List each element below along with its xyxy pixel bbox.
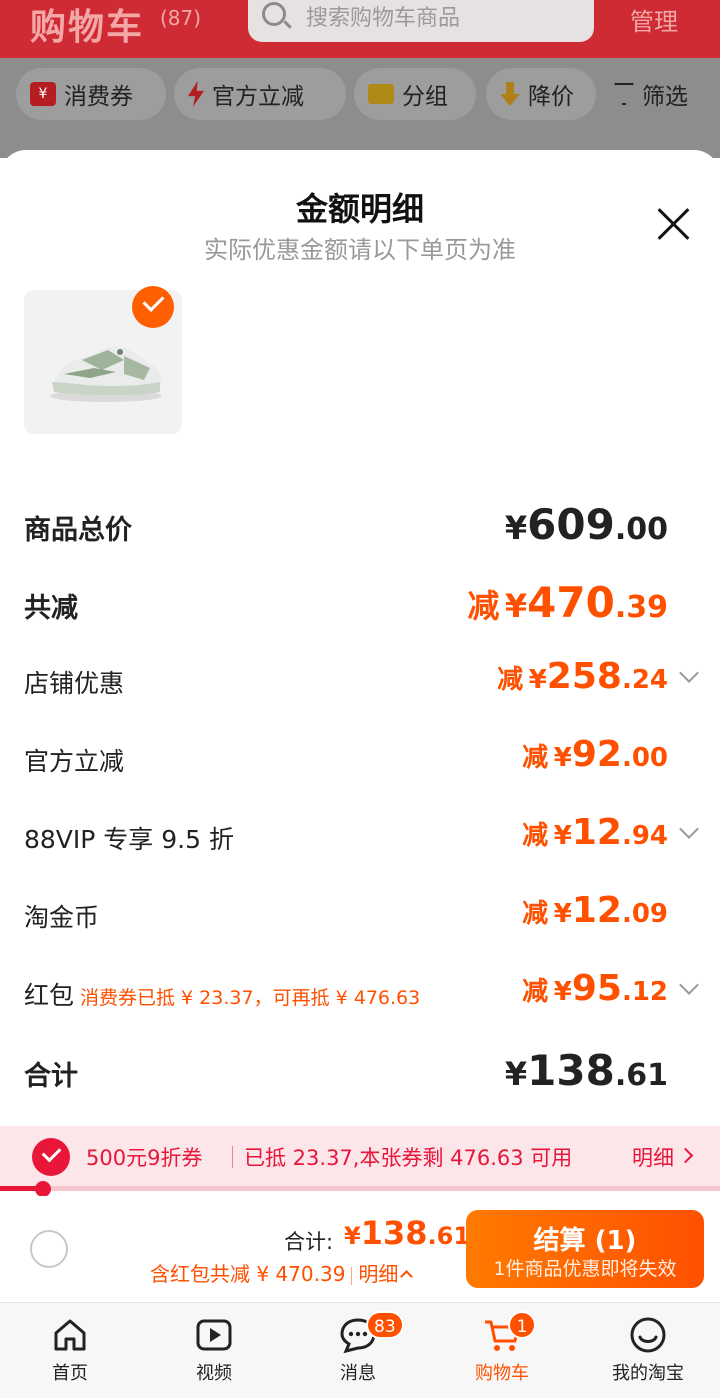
filter-label: 筛选 bbox=[642, 84, 688, 110]
detail-row-total-discount: 共减 减 ¥470.39 bbox=[24, 578, 696, 646]
checkout-button-sub: 1件商品优惠即将失效 bbox=[493, 1258, 677, 1280]
detail-row-total-price: 商品总价 ¥609.00 bbox=[24, 500, 696, 568]
row-amount: 减 ¥92.00 bbox=[522, 734, 668, 775]
row-amount: ¥609.00 bbox=[504, 500, 668, 549]
red-packet-note: 消费券已抵 ¥ 23.37，可再抵 ¥ 476.63 bbox=[80, 987, 421, 1009]
row-amount: ¥138.61 bbox=[504, 1046, 668, 1095]
cart-search-input[interactable]: 搜索购物车商品 bbox=[248, 0, 594, 42]
tab-label: 购物车 bbox=[475, 1363, 529, 1384]
coupon-info: 已抵 23.37,本张券剩 476.63 可用 bbox=[244, 1146, 573, 1170]
row-amount: 减 ¥12.94 bbox=[522, 812, 668, 853]
tab-messages[interactable]: 83 消息 bbox=[298, 1303, 418, 1398]
message-badge: 83 bbox=[366, 1311, 404, 1339]
filter-label: 官方立减 bbox=[212, 84, 304, 110]
cart-count: (87) bbox=[160, 6, 202, 30]
folder-icon bbox=[368, 84, 394, 104]
tab-label: 视频 bbox=[196, 1363, 232, 1384]
filter-label: 消费券 bbox=[64, 84, 133, 110]
checkout-button-label: 结算 (1) bbox=[533, 1226, 637, 1256]
row-label: 店铺优惠 bbox=[24, 669, 125, 698]
total-discount-text: 含红包共减 ¥ 470.39 bbox=[150, 1262, 346, 1286]
filter-price-drop[interactable]: 降价 bbox=[486, 68, 596, 120]
chevron-right-icon bbox=[677, 1147, 694, 1164]
detail-row-store-discount[interactable]: 店铺优惠 减 ¥258.24 bbox=[24, 656, 699, 724]
filter-group[interactable]: 分组 bbox=[354, 68, 476, 120]
row-label-wrap: 红包 消费券已抵 ¥ 23.37，可再抵 ¥ 476.63 bbox=[24, 976, 420, 1012]
detail-row-sum: 合计 ¥138.61 bbox=[24, 1046, 696, 1114]
row-label: 淘金币 bbox=[24, 903, 100, 932]
row-label: 共减 bbox=[24, 593, 78, 624]
row-amount: 减 ¥12.09 bbox=[522, 890, 668, 931]
row-label: 商品总价 bbox=[24, 515, 132, 546]
manage-button[interactable]: 管理 bbox=[630, 2, 678, 37]
chevron-down-icon[interactable] bbox=[679, 975, 699, 995]
filter-label: 分组 bbox=[402, 84, 448, 110]
tab-label: 消息 bbox=[340, 1363, 376, 1384]
filter-bar: ¥ 消费券 官方立减 分组 降价 筛选 bbox=[0, 58, 720, 158]
tab-label: 首页 bbox=[52, 1363, 88, 1384]
tab-profile[interactable]: 我的淘宝 bbox=[588, 1303, 708, 1398]
chevron-up-icon bbox=[400, 1270, 414, 1283]
row-label: 红包 bbox=[24, 981, 75, 1010]
tab-cart[interactable]: 1 购物车 bbox=[442, 1303, 562, 1398]
row-label: 88VIP 专享 9.5 折 bbox=[24, 825, 234, 854]
search-placeholder: 搜索购物车商品 bbox=[306, 6, 461, 31]
bolt-icon bbox=[188, 81, 204, 107]
total-discount-summary[interactable]: 含红包共减 ¥ 470.39 明细 bbox=[150, 1258, 414, 1287]
bottom-tab-bar: 首页 视频 83 消息 1 购物车 我的淘宝 bbox=[0, 1302, 720, 1398]
detail-row-red-packet[interactable]: 红包 消费券已抵 ¥ 23.37，可再抵 ¥ 476.63 减 ¥95.12 bbox=[24, 968, 699, 1036]
cart-badge: 1 bbox=[508, 1311, 536, 1339]
row-amount: 减 ¥95.12 bbox=[522, 968, 668, 1009]
profile-icon bbox=[630, 1317, 666, 1353]
select-all-checkbox[interactable] bbox=[30, 1230, 68, 1268]
detail-row-88vip[interactable]: 88VIP 专享 9.5 折 减 ¥12.94 bbox=[24, 812, 699, 880]
search-icon bbox=[262, 2, 286, 26]
row-label: 合计 bbox=[24, 1061, 78, 1092]
sheet-title: 金额明细 bbox=[295, 190, 424, 228]
cart-header: 购物车 (87) 搜索购物车商品 管理 bbox=[0, 0, 720, 58]
row-amount: 减 ¥258.24 bbox=[497, 656, 668, 697]
funnel-icon bbox=[614, 83, 634, 105]
tab-label: 我的淘宝 bbox=[612, 1363, 684, 1384]
cart-title: 购物车 bbox=[30, 7, 145, 48]
filter-official-discount[interactable]: 官方立减 bbox=[174, 68, 346, 120]
total-amount: ¥138.61 bbox=[344, 1214, 471, 1252]
total-detail-link[interactable]: 明细 bbox=[358, 1262, 398, 1286]
coupon-icon: ¥ bbox=[30, 82, 56, 106]
filter-coupon[interactable]: ¥ 消费券 bbox=[16, 68, 166, 120]
checkout-bar: 合计: ¥138.61 含红包共减 ¥ 470.39 明细 结算 (1) 1件商品… bbox=[0, 1196, 720, 1302]
filter-label: 降价 bbox=[528, 84, 574, 110]
detail-row-taojinbi: 淘金币 减 ¥12.09 bbox=[24, 890, 696, 958]
coupon-checkbox[interactable] bbox=[32, 1138, 70, 1176]
total-label: 合计: bbox=[284, 1230, 334, 1254]
detail-row-official-discount: 官方立减 减 ¥92.00 bbox=[24, 734, 696, 802]
filter-button[interactable]: 筛选 bbox=[600, 68, 710, 120]
coupon-divider bbox=[232, 1146, 233, 1168]
coupon-strip[interactable]: 500元9折券 已抵 23.37,本张券剩 476.63 可用 明细 bbox=[0, 1126, 720, 1188]
row-amount: 减 ¥470.39 bbox=[467, 578, 668, 627]
row-label: 官方立减 bbox=[24, 747, 125, 776]
coupon-name: 500元9折券 bbox=[86, 1146, 203, 1170]
close-icon[interactable] bbox=[656, 206, 692, 242]
checkout-button[interactable]: 结算 (1) 1件商品优惠即将失效 bbox=[466, 1210, 704, 1288]
tab-video[interactable]: 视频 bbox=[154, 1303, 274, 1398]
price-down-icon bbox=[500, 82, 520, 106]
chevron-down-icon[interactable] bbox=[679, 819, 699, 839]
coupon-progress-bar bbox=[0, 1181, 720, 1197]
chevron-down-icon[interactable] bbox=[679, 663, 699, 683]
sheet-subtitle: 实际优惠金额请以下单页为准 bbox=[204, 236, 516, 264]
coupon-detail-link[interactable]: 明细 bbox=[632, 1142, 674, 1172]
product-selected-checkbox[interactable] bbox=[132, 286, 174, 328]
tab-home[interactable]: 首页 bbox=[10, 1303, 130, 1398]
video-icon bbox=[196, 1319, 232, 1351]
home-icon bbox=[54, 1319, 86, 1351]
